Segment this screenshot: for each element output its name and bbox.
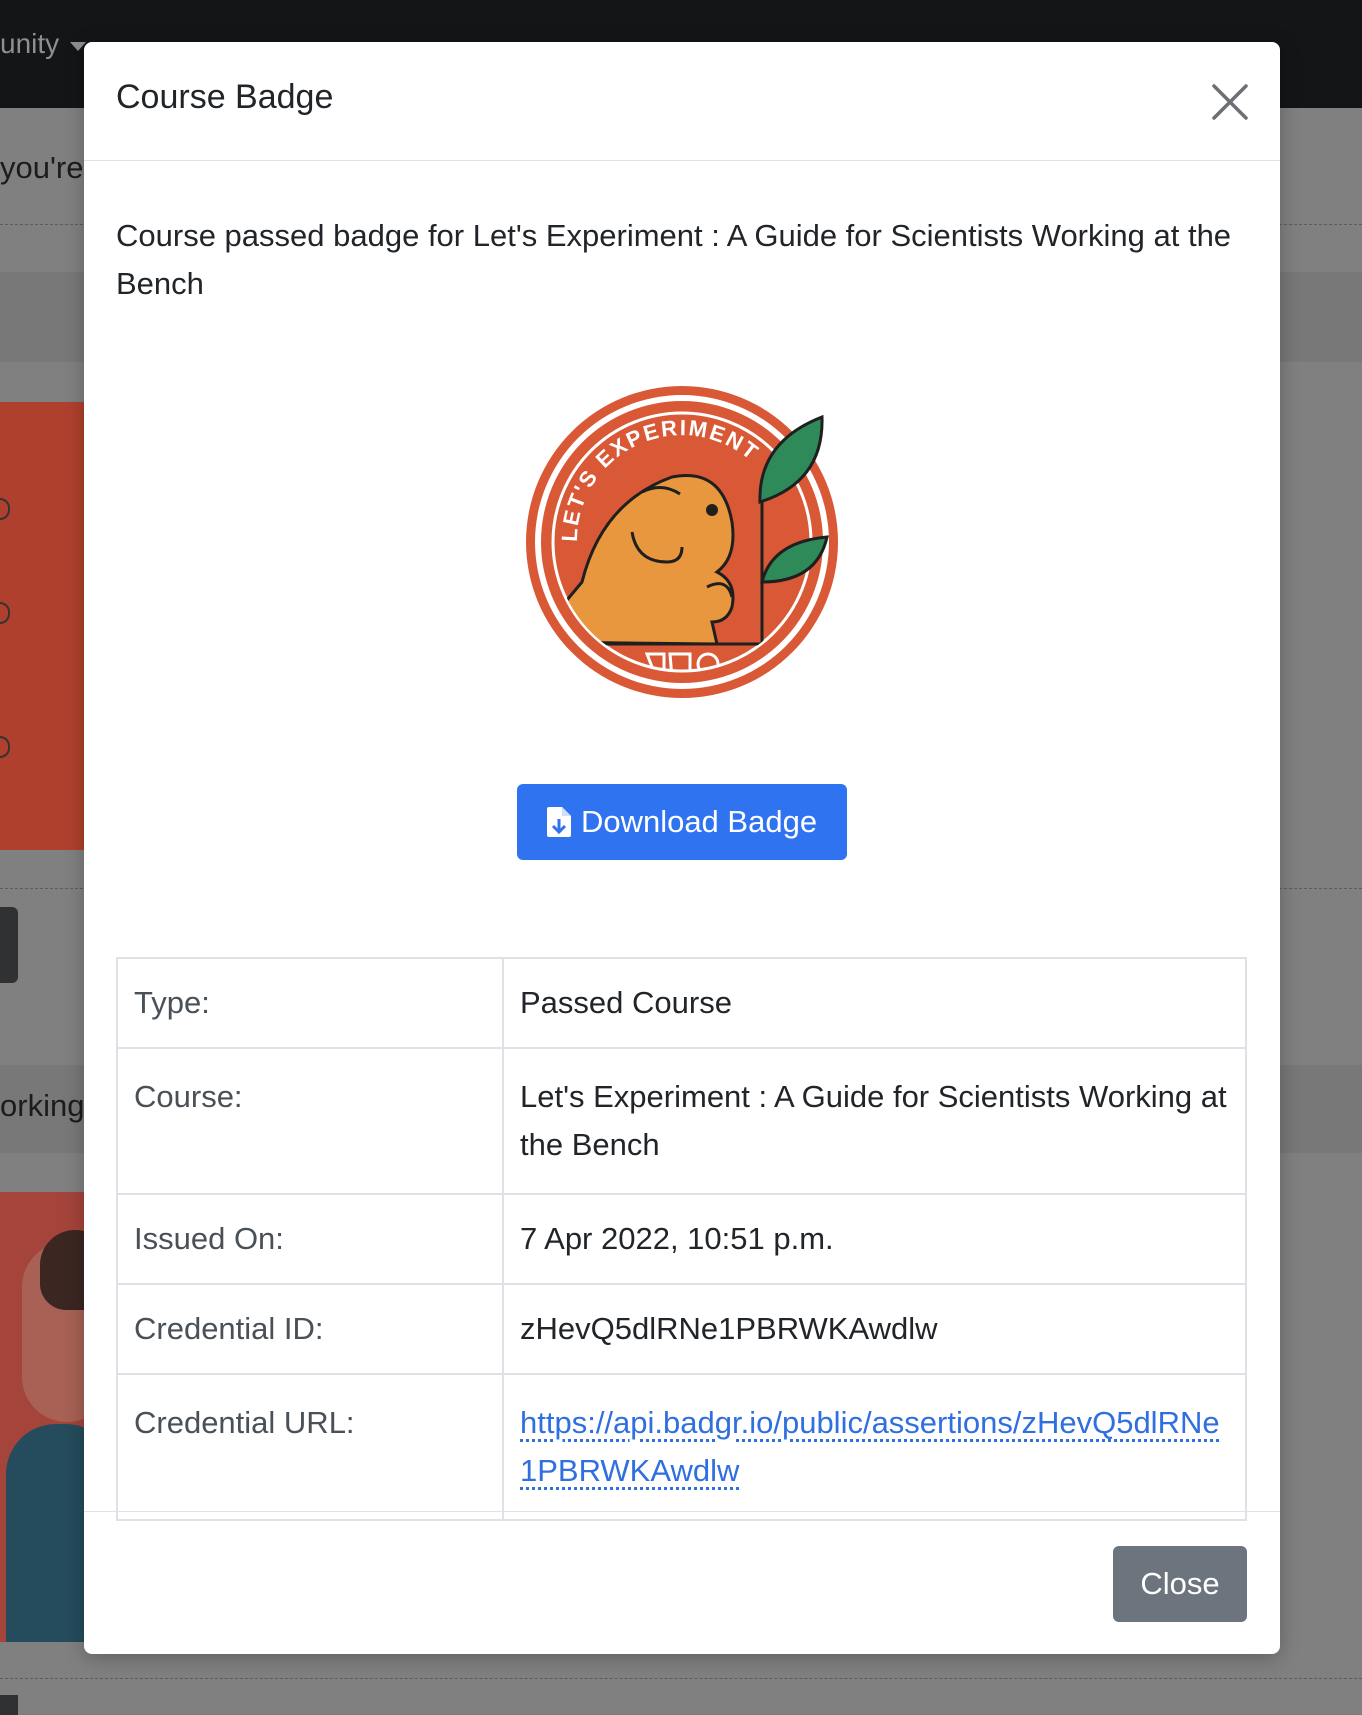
table-row: Type: Passed Course	[117, 958, 1246, 1048]
background-person-illustration	[0, 1192, 84, 1642]
detail-key: Type:	[117, 958, 503, 1048]
badge-details-table: Type: Passed Course Course: Let's Experi…	[116, 957, 1247, 1521]
detail-value: Let's Experiment : A Guide for Scientist…	[503, 1048, 1246, 1194]
file-download-icon	[547, 807, 571, 837]
detail-value: Passed Course	[503, 958, 1246, 1048]
background-illustration-mark	[0, 736, 10, 758]
close-button[interactable]: Close	[1113, 1546, 1247, 1622]
background-nav-item: unity	[0, 28, 59, 60]
table-row: Credential URL: https://api.badgr.io/pub…	[117, 1374, 1246, 1520]
modal-footer	[84, 1511, 1280, 1655]
download-badge-button[interactable]: Download Badge	[517, 784, 847, 860]
close-icon[interactable]	[1208, 80, 1252, 124]
background-text: you're	[0, 150, 83, 186]
background-course-image	[0, 402, 84, 850]
background-illustration-mark	[0, 498, 10, 520]
modal-title: Course Badge	[116, 78, 333, 117]
background-divider	[0, 1678, 1362, 1679]
detail-value: 7 Apr 2022, 10:51 p.m.	[503, 1194, 1246, 1284]
table-row: Credential ID: zHevQ5dlRNe1PBRWKAwdlw	[117, 1284, 1246, 1374]
background-button	[0, 907, 18, 983]
detail-key: Issued On:	[117, 1194, 503, 1284]
download-badge-label: Download Badge	[581, 804, 817, 840]
detail-key: Credential URL:	[117, 1374, 503, 1520]
credential-url-link[interactable]: https://api.badgr.io/public/assertions/z…	[520, 1405, 1220, 1488]
credential-url-cell: https://api.badgr.io/public/assertions/z…	[503, 1374, 1246, 1520]
table-row: Course: Let's Experiment : A Guide for S…	[117, 1048, 1246, 1194]
course-badge-image: LET'S EXPERIMENT	[522, 382, 842, 702]
detail-key: Course:	[117, 1048, 503, 1194]
background-button	[0, 1695, 18, 1715]
badge-description: Course passed badge for Let's Experiment…	[116, 212, 1246, 308]
modal-header: Course Badge	[84, 42, 1280, 161]
background-text: orking	[0, 1088, 84, 1124]
course-badge-modal: Course Badge Course passed badge for Let…	[84, 42, 1280, 1654]
credential-id-value: zHevQ5dlRNe1PBRWKAwdlw	[503, 1284, 1246, 1374]
table-row: Issued On: 7 Apr 2022, 10:51 p.m.	[117, 1194, 1246, 1284]
background-illustration-mark	[0, 602, 10, 624]
detail-key: Credential ID:	[117, 1284, 503, 1374]
